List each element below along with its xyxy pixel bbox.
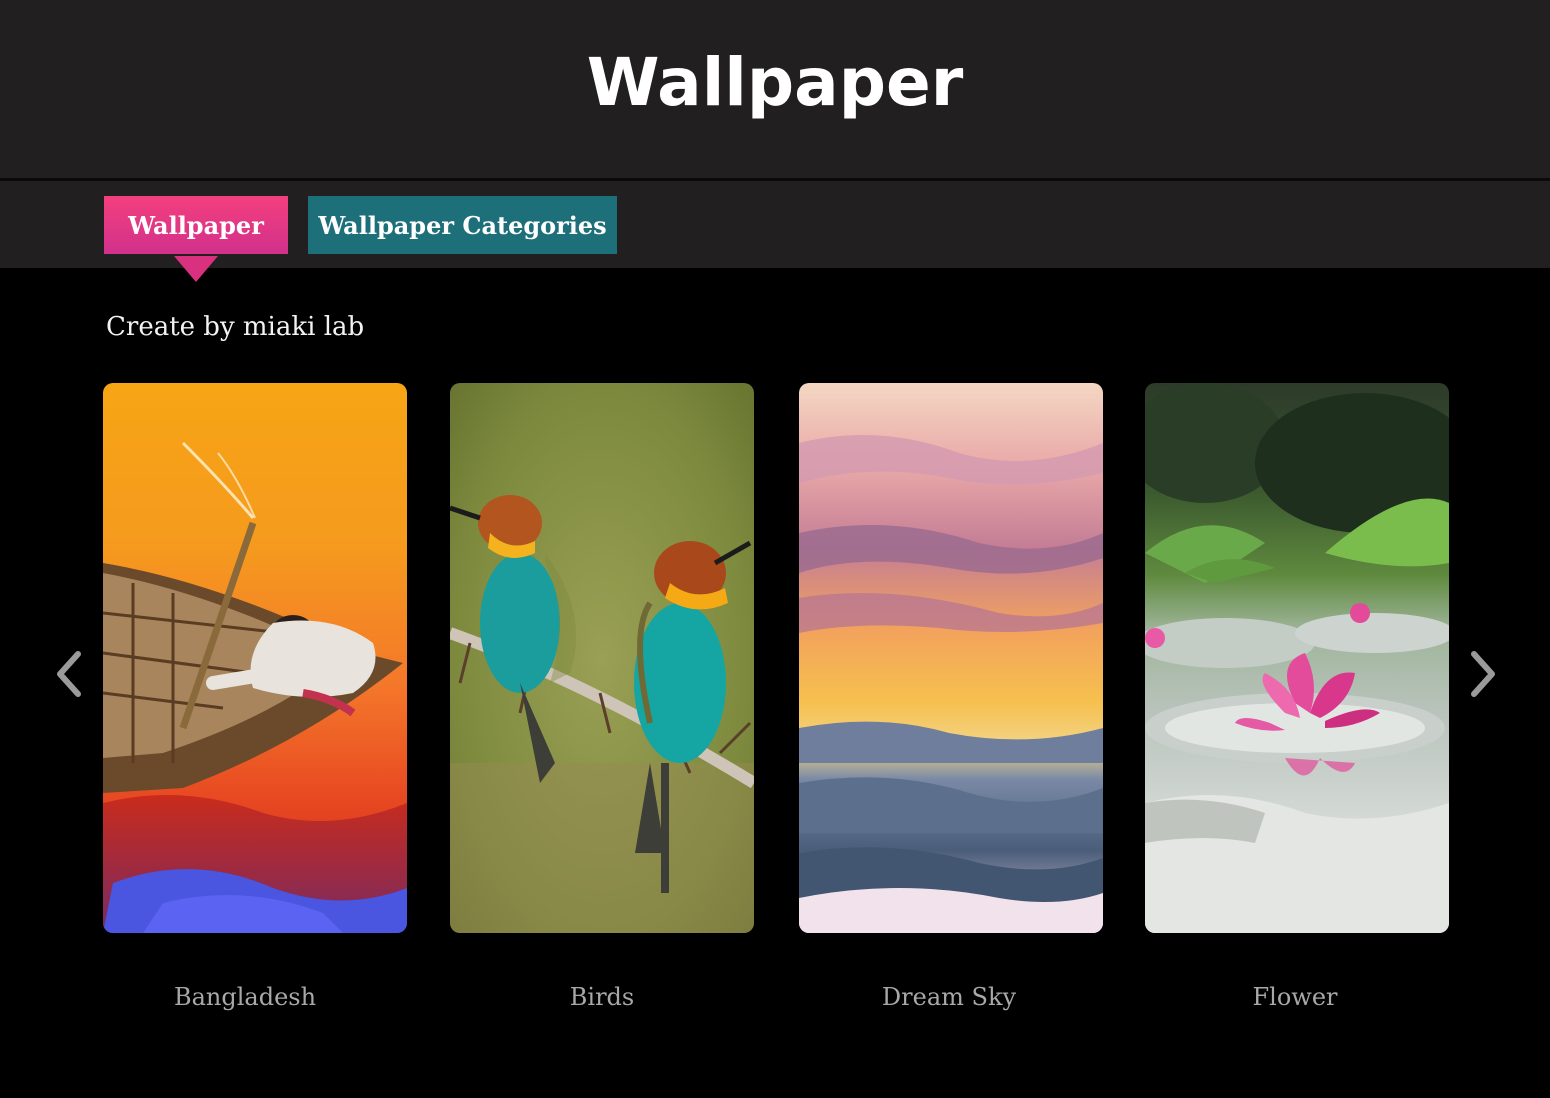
wallpaper-card-bangladesh[interactable] [103, 383, 407, 933]
prev-button[interactable] [50, 646, 90, 702]
card-label-flower: Flower [1252, 983, 1338, 1011]
birds-image [450, 383, 754, 933]
card-label-birds: Birds [569, 983, 635, 1011]
chevron-left-icon [57, 651, 81, 697]
tab-wallpaper[interactable]: Wallpaper [104, 196, 288, 254]
chevron-right-icon [1471, 651, 1495, 697]
tab-bar: Wallpaper Wallpaper Categories [0, 181, 1550, 282]
page-subtitle: Create by miaki lab [106, 312, 365, 342]
card-label-bangladesh: Bangladesh [173, 983, 317, 1011]
boat-image [103, 383, 407, 933]
flower-image [1145, 383, 1449, 933]
app-title: Wallpaper [586, 43, 964, 121]
active-tab-pointer [174, 256, 218, 282]
card-label-dream-sky: Dream Sky [881, 983, 1017, 1011]
tab-wallpaper-categories[interactable]: Wallpaper Categories [308, 196, 617, 254]
wallpaper-card-flower[interactable] [1145, 383, 1449, 933]
next-button[interactable] [1462, 646, 1502, 702]
wallpaper-card-dream-sky[interactable] [799, 383, 1103, 933]
sky-image [799, 383, 1103, 933]
app-header: Wallpaper [0, 0, 1550, 181]
wallpaper-card-birds[interactable] [450, 383, 754, 933]
